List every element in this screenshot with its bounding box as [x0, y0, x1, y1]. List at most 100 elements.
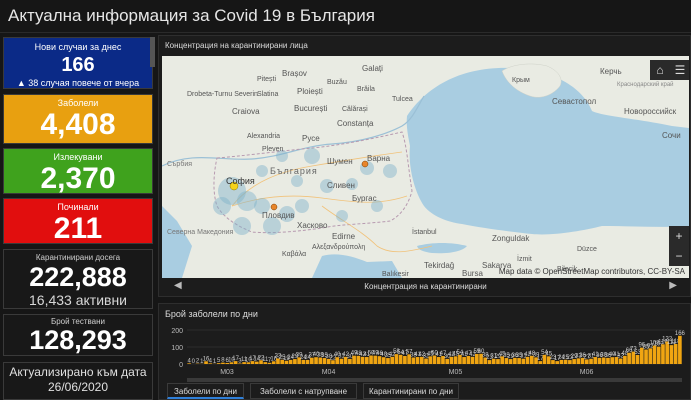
tab-cumulative-cases[interactable]: Заболели с натрупване	[250, 383, 357, 399]
label-bucuresti: București	[294, 104, 328, 113]
bar[interactable]	[610, 357, 615, 364]
plovdiv-marker[interactable]	[270, 203, 278, 211]
bar[interactable]	[644, 349, 648, 364]
bar[interactable]	[525, 356, 530, 364]
infected-label: Заболели	[57, 98, 99, 108]
label-kavala: Καβάλα	[282, 250, 306, 258]
zoom-out-button[interactable]: −	[669, 246, 689, 266]
bar[interactable]	[415, 357, 420, 364]
recovered-value: 2,370	[40, 162, 116, 195]
bar[interactable]	[453, 356, 458, 364]
daily-cases-chart: 01002004 0 2 1 16 4 1 5 8 6 1017 3 111017142211 7 1633…	[171, 328, 686, 382]
label-sochi: Сочи	[662, 131, 681, 140]
bar[interactable]	[678, 335, 682, 364]
bar[interactable]	[627, 352, 631, 364]
bar[interactable]	[403, 356, 407, 364]
label-slatina: Slatina	[257, 91, 279, 98]
bar[interactable]	[436, 357, 441, 364]
new-cases-change: ▲ 38 случая повече от вчера	[16, 78, 140, 88]
map-canvas[interactable]: България София Пловдив Варна Бургас Шуме…	[162, 56, 689, 278]
bar[interactable]	[656, 346, 661, 364]
label-balikesir: Balıkesir	[382, 271, 410, 278]
map-attribution: Map data © OpenStreetMap contributors, C…	[498, 267, 685, 276]
quarantined-active: 16,433 активни	[29, 292, 127, 308]
next-arrow-icon[interactable]: ▶	[669, 280, 677, 291]
bar[interactable]	[390, 356, 395, 364]
bar[interactable]	[635, 354, 640, 364]
bar[interactable]	[661, 344, 665, 364]
x-tick-label: M04	[322, 369, 336, 376]
infected-value: 4,408	[40, 108, 116, 141]
deaths-value: 211	[53, 212, 103, 245]
label-alexandroupoli: Αλεξανδρούπολη	[312, 243, 365, 251]
new-cases-card: Нови случаи за днес 166 ▲ 38 случая пове…	[3, 37, 153, 89]
label-sliven: Сливен	[327, 181, 355, 190]
map-footer: ◀ Концентрация на карантинирани ▶	[162, 278, 689, 296]
bar[interactable]	[474, 353, 479, 364]
bar[interactable]	[623, 355, 627, 364]
header: Актуална информация за Covid 19 в Българ…	[0, 0, 691, 33]
label-galati: Galați	[362, 64, 383, 73]
y-tick-label: 200	[171, 328, 183, 335]
zoom-in-button[interactable]: +	[669, 226, 689, 246]
label-krym: Крым	[512, 77, 530, 84]
bar[interactable]	[352, 355, 356, 364]
map-footer-caption: Концентрация на карантинирани	[364, 282, 487, 291]
label-edirne: Edirne	[332, 232, 356, 241]
label-brasov: Brașov	[282, 69, 307, 78]
label-calarasi: Călărași	[342, 106, 368, 113]
label-ruse: Русе	[302, 134, 320, 143]
label-sevastopol: Севастопол	[552, 97, 596, 106]
label-burgas: Бургас	[352, 194, 377, 203]
bar[interactable]	[669, 345, 674, 364]
label-macedonia: Северна Македония	[167, 229, 234, 236]
label-drobeta: Drobeta-Turnu Severin	[187, 91, 258, 98]
y-tick-label: 100	[171, 345, 183, 352]
layer-list-icon[interactable]: ☰	[670, 60, 689, 80]
map-panel: Концентрация на карантинирани лица Бълга…	[158, 35, 691, 297]
bar[interactable]	[364, 357, 369, 364]
label-istanbul: İstanbul	[412, 227, 437, 236]
label-varna: Варна	[367, 154, 391, 163]
bar[interactable]	[470, 356, 475, 364]
map-view[interactable]: България София Пловдив Варна Бургас Шуме…	[162, 56, 689, 278]
label-sofia: София	[226, 176, 255, 186]
label-constanta: Constanța	[337, 119, 374, 128]
bar[interactable]	[648, 348, 653, 364]
label-alexandria: Alexandria	[247, 133, 280, 140]
left-scrollbar[interactable]	[150, 37, 155, 67]
bar[interactable]	[652, 345, 657, 364]
x-tick-label: M05	[449, 369, 463, 376]
label-pitesti: Pitești	[257, 76, 277, 83]
label-pleven: Pleven	[262, 146, 284, 153]
map-panel-title: Концентрация на карантинирани лица	[165, 41, 308, 50]
x-tick-label: M03	[220, 369, 234, 376]
chart-scrollbar[interactable]	[187, 378, 682, 382]
bar[interactable]	[673, 343, 678, 364]
bar[interactable]	[369, 355, 373, 365]
label-ploiesti: Ploiești	[297, 87, 323, 96]
bar[interactable]	[428, 356, 433, 364]
new-cases-value: 166	[61, 54, 95, 76]
tab-daily-cases[interactable]: Заболели по дни	[167, 383, 244, 399]
bar[interactable]	[462, 357, 466, 364]
x-tick-label: M06	[580, 369, 594, 376]
label-serbia: Сърбия	[167, 160, 192, 168]
deaths-label: Починали	[57, 202, 99, 212]
label-bulgaria: България	[270, 166, 318, 176]
y-tick-label: 0	[179, 362, 183, 369]
label-shumen: Шумен	[327, 157, 353, 166]
label-zonguldak: Zonguldak	[492, 234, 530, 243]
tested-card: Брой тествани 128,293	[3, 314, 153, 356]
label-izmit: İzmit	[517, 254, 532, 263]
label-braila: Brăila	[357, 86, 375, 93]
recovered-label: Излекувани	[53, 152, 103, 162]
home-icon[interactable]: ⌂	[650, 60, 670, 80]
tab-quarantined-daily[interactable]: Карантинирани по дни	[363, 383, 459, 399]
bar[interactable]	[449, 356, 454, 364]
stats-column: Нови случаи за днес 166 ▲ 38 случая пове…	[0, 35, 157, 400]
label-craiova: Craiova	[232, 107, 260, 116]
updated-date: 26/06/2020	[47, 380, 109, 394]
quarantined-value: 222,888	[29, 262, 127, 292]
label-plovdiv: Пловдив	[262, 211, 295, 220]
